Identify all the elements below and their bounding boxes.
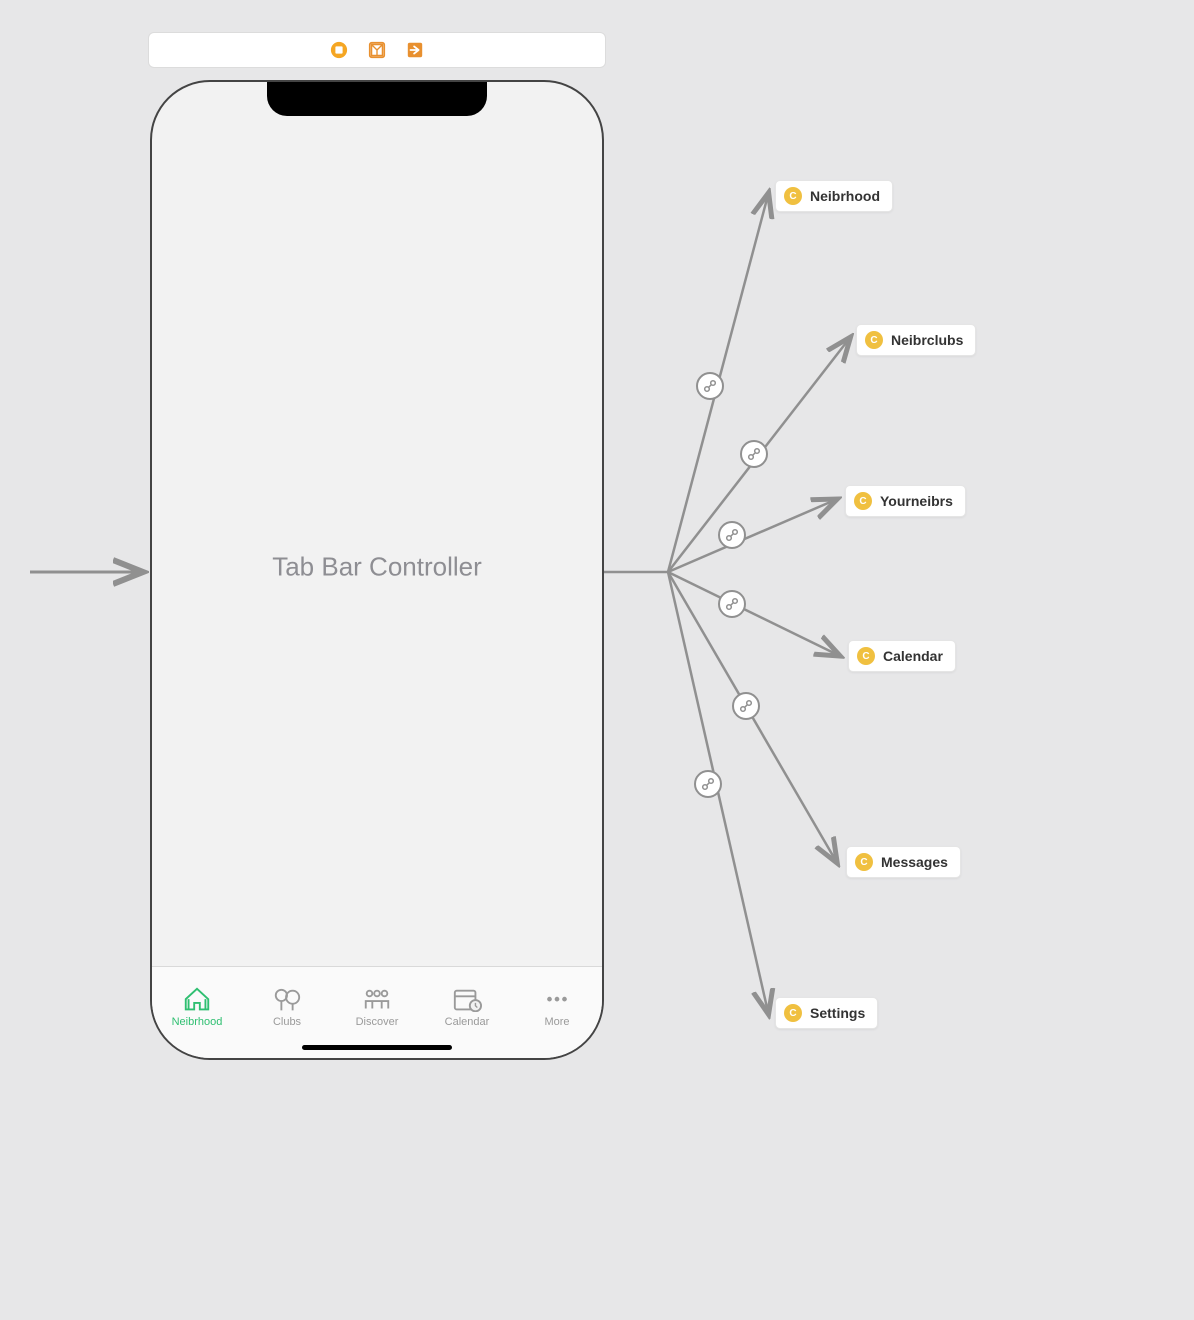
destination-neibrhood[interactable]: C Neibrhood [775,180,893,212]
tab-label: Discover [356,1016,399,1028]
people-icon [362,986,392,1012]
tab-more[interactable]: More [512,967,602,1042]
chip-label: Neibrclubs [891,332,963,348]
house-icon [182,986,212,1012]
tab-label: More [544,1016,569,1028]
controller-badge-icon: C [784,1004,802,1022]
home-indicator [302,1045,452,1050]
destination-messages[interactable]: C Messages [846,846,961,878]
calendar-icon [452,986,482,1012]
tab-calendar[interactable]: Calendar [422,967,512,1042]
notch [267,80,487,116]
segue-indicator[interactable] [718,590,746,618]
tab-neibrhood[interactable]: Neibrhood [152,967,242,1042]
controller-badge-icon: C [857,647,875,665]
tree-icon [272,986,302,1012]
scene-toolbar[interactable] [148,32,606,68]
chip-label: Calendar [883,648,943,664]
controller-badge-icon: C [865,331,883,349]
controller-badge-icon: C [784,187,802,205]
chip-label: Yourneibrs [880,493,953,509]
segue-indicator[interactable] [732,692,760,720]
segue-indicator[interactable] [696,372,724,400]
segue-indicator[interactable] [740,440,768,468]
tab-label: Calendar [445,1016,490,1028]
tab-label: Neibrhood [172,1016,223,1028]
tab-clubs[interactable]: Clubs [242,967,332,1042]
chip-label: Neibrhood [810,188,880,204]
scene-title: Tab Bar Controller [272,551,482,582]
destination-neibrclubs[interactable]: C Neibrclubs [856,324,976,356]
first-responder-icon[interactable] [368,41,386,59]
iphone-frame: Tab Bar Controller Neibrhood Clubs Disco… [150,80,604,1060]
more-icon [542,986,572,1012]
segue-indicator[interactable] [694,770,722,798]
destination-yourneibrs[interactable]: C Yourneibrs [845,485,966,517]
segue-indicator[interactable] [718,521,746,549]
tab-discover[interactable]: Discover [332,967,422,1042]
controller-badge-icon: C [855,853,873,871]
controller-icon[interactable] [330,41,348,59]
tab-label: Clubs [273,1016,301,1028]
destination-settings[interactable]: C Settings [775,997,878,1029]
destination-calendar[interactable]: C Calendar [848,640,956,672]
chip-label: Messages [881,854,948,870]
controller-badge-icon: C [854,492,872,510]
exit-icon[interactable] [406,41,424,59]
chip-label: Settings [810,1005,865,1021]
